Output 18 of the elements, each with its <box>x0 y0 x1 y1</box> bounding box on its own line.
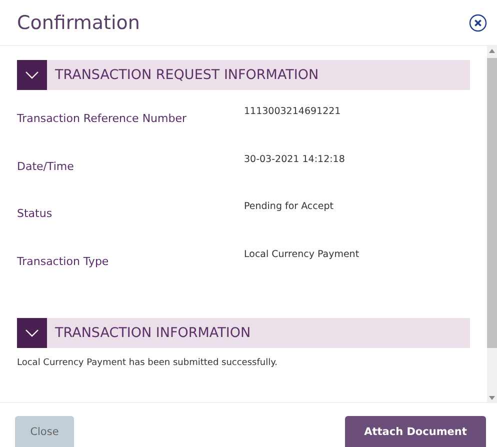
field-value: 30-03-2021 14:12:18 <box>244 154 345 166</box>
dialog-title: Confirmation <box>17 12 140 34</box>
close-button[interactable]: Close <box>15 416 74 447</box>
field-label: Transaction Type <box>17 254 110 270</box>
field-value: Local Currency Payment <box>244 248 360 262</box>
scroll-down-arrow-icon[interactable] <box>489 396 495 400</box>
section-header[interactable]: TRANSACTION INFORMATION <box>17 318 470 348</box>
field-value: Pending for Accept <box>244 201 334 214</box>
field-label: Date/Time <box>17 158 75 174</box>
field-value: 1113003214691221 <box>244 106 341 119</box>
field-label: Transaction Reference Number <box>17 111 188 127</box>
scroll-up-arrow-icon[interactable] <box>489 49 495 53</box>
attach-document-button[interactable]: Attach Document <box>345 416 486 447</box>
scrollbar[interactable] <box>487 46 497 402</box>
section-header[interactable]: TRANSACTION REQUEST INFORMATION <box>17 60 470 90</box>
success-message: Local Currency Payment has been submitted successfully. <box>17 358 279 368</box>
field-label: Status <box>17 206 54 222</box>
close-icon[interactable] <box>469 14 487 32</box>
